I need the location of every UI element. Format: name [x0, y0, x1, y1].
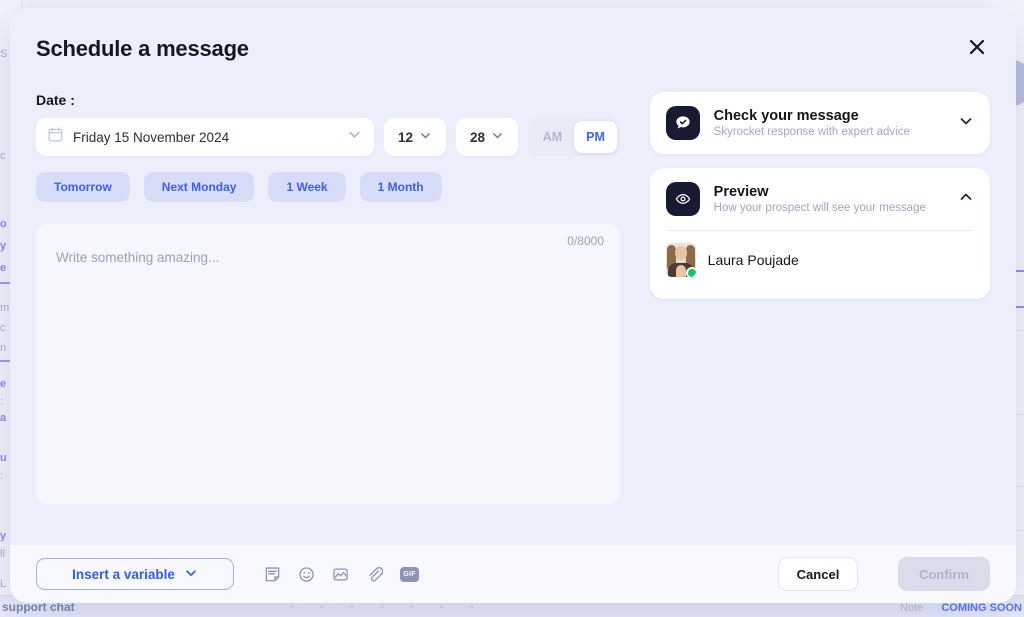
close-icon — [967, 37, 987, 57]
avatar — [665, 243, 696, 277]
quick-date-1-week[interactable]: 1 Week — [268, 172, 346, 202]
preview-card-texts: Preview How your prospect will see your … — [714, 184, 944, 214]
date-label: Date : — [36, 92, 75, 108]
chevron-down-icon — [184, 566, 198, 583]
emoji-smiley-icon[interactable] — [298, 566, 315, 583]
modal-columns: Date : Friday 15 November 2024 12 28 AM … — [36, 92, 990, 504]
schedule-message-modal: Schedule a message Date : Friday 15 Nove… — [10, 8, 1016, 603]
confirm-button: Confirm — [898, 557, 990, 591]
check-message-title: Check your message — [713, 108, 859, 124]
chevron-down-icon — [347, 127, 362, 147]
side-cards-column: Check your message Skyrocket response wi… — [649, 92, 990, 504]
template-note-icon[interactable] — [264, 566, 281, 583]
attachment-paperclip-icon[interactable] — [366, 566, 383, 583]
composer-tools: GIF — [264, 566, 419, 583]
preview-body: Laura Poujade — [650, 231, 990, 299]
chevron-down-icon — [491, 129, 504, 145]
insert-variable-label: Insert a variable — [72, 566, 175, 582]
preview-contact-row: Laura Poujade — [665, 243, 974, 277]
am-pm-toggle[interactable]: AM PM — [528, 118, 620, 156]
chevron-down-icon[interactable] — [958, 113, 974, 134]
hour-select[interactable]: 12 — [384, 118, 446, 156]
insert-variable-button[interactable]: Insert a variable — [36, 558, 234, 590]
message-check-icon — [665, 106, 700, 140]
date-time-row: Friday 15 November 2024 12 28 AM PM — [36, 118, 626, 156]
chevron-up-icon[interactable] — [958, 189, 974, 210]
check-message-subtitle: Skyrocket response with expert advice — [713, 126, 910, 138]
schedule-column: Date : Friday 15 November 2024 12 28 AM … — [36, 92, 626, 504]
quick-date-pills: Tomorrow Next Monday 1 Week 1 Month — [36, 172, 626, 202]
online-status-dot — [685, 267, 696, 277]
preview-card-header[interactable]: Preview How your prospect will see your … — [650, 168, 990, 230]
pm-option[interactable]: PM — [574, 121, 617, 153]
check-message-card-header[interactable]: Check your message Skyrocket response wi… — [650, 92, 990, 154]
eye-icon — [665, 182, 700, 216]
gif-icon[interactable]: GIF — [400, 566, 419, 582]
preview-subtitle: How your prospect will see your message — [713, 202, 926, 214]
modal-body: Schedule a message Date : Friday 15 Nove… — [10, 8, 1016, 545]
minute-value: 28 — [469, 129, 486, 145]
am-option[interactable]: AM — [531, 121, 574, 153]
date-picker[interactable]: Friday 15 November 2024 — [36, 118, 374, 156]
quick-date-next-monday[interactable]: Next Monday — [143, 172, 255, 202]
message-placeholder: Write something amazing... — [56, 250, 220, 265]
quick-date-1-month[interactable]: 1 Month — [359, 172, 442, 202]
cancel-button[interactable]: Cancel — [778, 557, 858, 591]
background-note-label: Note — [900, 602, 924, 614]
preview-contact-name: Laura Poujade — [707, 252, 799, 268]
background-coming-soon-label: COMING SOON — [941, 602, 1022, 614]
date-value: Friday 15 November 2024 — [73, 129, 230, 145]
message-textarea[interactable]: 0/8000 Write something amazing... — [36, 224, 620, 504]
minute-select[interactable]: 28 — [456, 118, 518, 156]
check-message-card: Check your message Skyrocket response wi… — [649, 92, 990, 154]
chevron-down-icon — [419, 129, 432, 145]
calendar-icon — [48, 127, 63, 147]
hour-value: 12 — [397, 129, 414, 145]
preview-title: Preview — [713, 184, 769, 200]
modal-footer: Insert a variable GIF Cancel Confirm — [10, 545, 1016, 603]
close-button[interactable] — [960, 30, 994, 64]
character-counter: 0/8000 — [567, 234, 604, 248]
quick-date-tomorrow[interactable]: Tomorrow — [36, 172, 130, 202]
image-icon[interactable] — [332, 566, 349, 583]
check-message-card-texts: Check your message Skyrocket response wi… — [714, 108, 944, 138]
preview-card: Preview How your prospect will see your … — [649, 168, 990, 299]
page-title: Schedule a message — [36, 36, 249, 61]
